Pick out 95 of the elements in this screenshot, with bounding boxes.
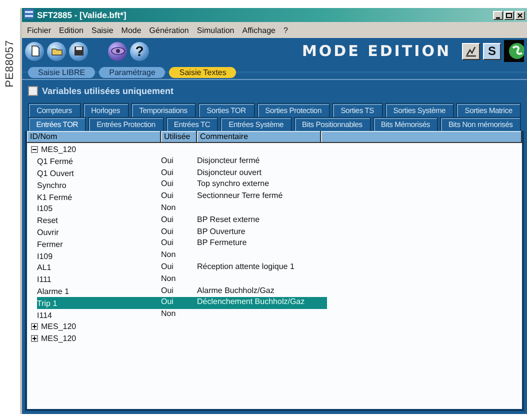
table-cell: K1 Fermé [37,192,72,202]
collapse-icon[interactable] [31,146,38,154]
table-cell: BP Ouverture [197,226,246,236]
menu-item[interactable]: Génération [149,26,189,34]
figure-code: PE88057 [4,40,16,88]
table-cell: Q1 Ouvert [37,168,74,178]
table-cell: Q1 Fermé [37,157,74,166]
table-cell: Non [161,202,176,212]
tree-node[interactable]: MES_120 [41,322,76,332]
table-row[interactable]: I105 Non [37,202,522,215]
menu-item[interactable]: Affichage [242,26,276,34]
table-cell: I105 [37,204,53,214]
table-cell: BP Fermeture [197,238,247,248]
table-cell: Oui [161,168,174,177]
new-file-button[interactable] [25,42,44,60]
table-row[interactable]: Q1 Fermé Oui Disjoncteur fermé [37,156,522,168]
checkbox[interactable] [28,86,38,96]
table-row[interactable]: Fermer Oui BP Fermeture [37,238,522,250]
menu-item[interactable]: Saisie [91,26,114,34]
table-cell: Oui [161,297,174,306]
table-cell: Ouvrir [37,228,59,237]
table-cell: Non [161,309,176,318]
minimize-button[interactable] [493,10,503,20]
chart-icon [465,46,477,56]
menu-item[interactable]: Fichier [27,26,52,34]
table-cell: Non [161,250,176,260]
table-cell: Oui [161,226,174,236]
table-cell: Oui [161,238,174,248]
close-button[interactable] [515,10,525,20]
menu-item[interactable]: Simulation [196,26,234,34]
mode-tab[interactable]: Paramétrage [99,66,166,78]
tree-node[interactable]: MES_120 [41,334,76,344]
table-cell: I109 [37,252,53,261]
mode-tab[interactable]: Saisie Textes [169,66,236,78]
table-cell: Sectionneur Terre fermé [197,191,283,200]
expand-icon[interactable] [31,335,38,342]
table-row[interactable]: Trip 1 Oui Déclenchement Buchholz/Gaz [37,297,327,310]
table-cell: Trip 1 [37,298,58,308]
help-button[interactable]: ? [130,42,149,60]
table-cell: Reset [37,216,58,226]
table-cell: Oui [161,156,174,165]
table-cell: I114 [37,310,52,320]
column-header[interactable]: ID/Nom [27,131,161,143]
table-row[interactable]: I109 Non [37,250,522,262]
new-file-icon [28,45,40,57]
tool-button[interactable] [462,42,480,60]
table-cell: Fermer [37,240,63,249]
table-cell: Déclenchement Buchholz/Gaz [197,297,305,306]
column-header[interactable]: Commentaire [197,131,321,143]
menu-item[interactable]: Mode [121,26,142,34]
close-icon [516,12,524,18]
menu-item[interactable]: ? [283,26,288,34]
table-cell: Alarme Buchholz/Gaz [197,286,274,295]
table-cell: Oui [161,262,174,271]
s-button[interactable]: S [483,42,501,60]
table-row[interactable]: Q1 Ouvert Oui Disjoncteur ouvert [37,168,522,180]
table-cell: Réception attente logique 1 [197,262,294,271]
maximize-button[interactable] [504,10,514,20]
checkbox-label: Variables utilisées uniquement [42,86,174,96]
table-row[interactable]: I114 Non [37,309,522,321]
table-row[interactable]: Synchro Oui Top synchro externe [37,179,522,192]
table-cell: BP Reset externe [197,214,260,224]
table-cell: Oui [161,191,174,200]
table-row[interactable]: I111 Non [37,274,522,286]
table-row[interactable]: Alarme 1 Oui Alarme Buchholz/Gaz [37,286,522,298]
expand-icon[interactable] [31,323,38,330]
table-cell: Alarme 1 [37,286,70,296]
column-header[interactable]: Utilisée [161,131,197,143]
table-cell: I111 [37,275,52,284]
table-row[interactable]: Ouvrir Oui BP Ouverture [37,226,522,238]
table-row[interactable]: AL1 Oui Réception attente logique 1 [37,262,522,274]
menu-item[interactable]: Edition [59,26,84,34]
app-icon [24,9,34,19]
table-cell: Disjoncteur fermé [197,156,260,165]
table-row[interactable]: K1 Fermé Oui Sectionneur Terre fermé [37,191,522,203]
table-row[interactable]: Reset Oui BP Reset externe [37,214,522,227]
table-cell: Top synchro externe [197,179,270,188]
view-button[interactable] [108,42,127,60]
mode-tab[interactable]: Saisie LIBRE [28,66,96,78]
window-title: SFT2885 - [Valide.bft*] [37,10,128,20]
table-cell: Non [161,274,176,283]
tree-node[interactable]: MES_120 [41,145,76,154]
maximize-icon [505,12,513,18]
table-cell: Oui [161,179,174,188]
logo-icon [504,40,524,62]
table-cell: AL1 [37,263,52,272]
table-cell: Disjoncteur ouvert [197,168,262,177]
save-icon [72,45,84,57]
table-cell: Oui [161,214,174,224]
mode-label: MODE EDITION [302,42,451,60]
folder-button[interactable] [47,42,66,60]
eye-icon [110,47,124,55]
table-cell: Oui [161,286,174,295]
save-button[interactable] [69,42,88,60]
table-cell: Synchro [37,180,66,190]
